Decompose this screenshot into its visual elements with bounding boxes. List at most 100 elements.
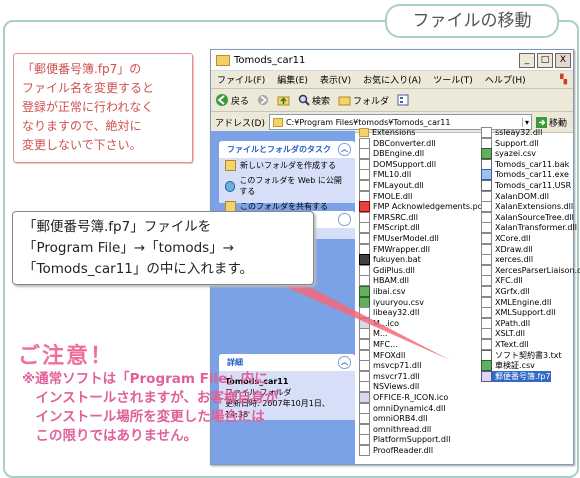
file-item[interactable]: ソフト契約書3.txt [481, 349, 562, 361]
file-item[interactable]: omnithread.dll [359, 423, 431, 435]
expand-chevron-icon[interactable]: ︿ [338, 213, 351, 226]
file-item[interactable]: OFFICE-R_ICON.ico [359, 392, 448, 403]
file-item[interactable]: NSViews.dll [359, 381, 419, 393]
caution-line: この限りではありません。 [22, 428, 198, 444]
file-item[interactable]: libeay32.dll [359, 307, 419, 319]
file-item[interactable]: FMOLE.dll [359, 190, 412, 202]
file-item[interactable]: Tomods_car11.USR [481, 180, 571, 191]
file-item[interactable]: FMUserModel.dll [359, 233, 439, 244]
file-item[interactable]: ProofReader.dll [359, 445, 433, 456]
dll-file-icon [359, 169, 370, 181]
dropdown-arrow-icon[interactable]: ▾ [521, 117, 531, 127]
dll-file-icon [359, 339, 370, 350]
menu-file[interactable]: ファイル(F) [211, 73, 271, 86]
file-item[interactable]: XText.dll [481, 339, 529, 350]
panel-header[interactable]: 詳細 ︿ [219, 354, 355, 371]
panel-title: ファイルとフォルダのタスク [227, 145, 331, 154]
file-name: XalanDOM.dll [495, 191, 550, 201]
file-item[interactable]: msvcr71.dll [359, 370, 420, 382]
back-button[interactable]: 戻る [211, 93, 253, 107]
menu-favorites[interactable]: お気に入り(A) [357, 73, 427, 86]
file-item[interactable]: Extensions [359, 127, 415, 138]
panel-header[interactable]: ファイルとフォルダのタスク ︿ [219, 141, 355, 158]
folders-button[interactable]: フォルダ [334, 94, 393, 107]
file-item[interactable]: XalanExtensions.dll [481, 201, 573, 213]
file-item[interactable]: Tomods_car11.exe [481, 169, 569, 181]
file-item[interactable]: XalanDOM.dll [481, 190, 550, 202]
collapse-chevron-icon[interactable]: ︿ [338, 356, 351, 369]
minimize-button[interactable]: _ [519, 52, 535, 68]
file-name: FMRSRC.dll [373, 212, 418, 222]
file-item[interactable]: xerces.dll [481, 254, 533, 266]
close-button[interactable]: X [555, 52, 571, 68]
file-item[interactable]: msvcp71.dll [359, 360, 421, 372]
file-item[interactable]: XFC.dll [481, 275, 523, 287]
file-item[interactable]: XercesParserLiaison.dll [481, 264, 580, 276]
file-name: Tomods_car11.USR [495, 181, 572, 190]
file-item[interactable]: iyuuryou.csv [359, 296, 424, 308]
file-item[interactable]: XalanTransformer.dll [481, 222, 577, 234]
search-button[interactable]: 検索 [294, 94, 334, 107]
file-item[interactable]: XMLSupport.dll [481, 307, 556, 319]
up-folder-icon [277, 96, 290, 106]
forward-button[interactable] [253, 94, 273, 106]
menu-view[interactable]: 表示(V) [314, 73, 357, 86]
file-item[interactable]: PlatformSupport.dll [359, 434, 450, 446]
file-item[interactable]: omniORB4.dll [359, 413, 427, 425]
file-item[interactable]: MFOXdll [359, 349, 405, 361]
file-item[interactable]: fukuyen.bat [359, 254, 421, 266]
file-name: XMLSupport.dll [495, 308, 556, 318]
file-item[interactable]: XPath.dll [481, 317, 530, 329]
file-item[interactable]: Tomods_car11.bak [481, 158, 569, 170]
file-item[interactable]: DOMSupport.dll [359, 158, 436, 170]
file-item[interactable]: XSLT.dll [481, 328, 525, 340]
file-item[interactable]: HBAM.dll [359, 275, 409, 287]
maximize-button[interactable]: □ [537, 52, 553, 68]
file-item[interactable]: GdiPlus.dll [359, 264, 415, 276]
csv-file-icon [481, 360, 492, 372]
file-name: XalanTransformer.dll [495, 223, 577, 233]
file-item[interactable]: FMRSRC.dll [359, 211, 418, 223]
task-publish-web[interactable]: このフォルダを Web に公開する [219, 173, 355, 199]
file-item[interactable]: DBConverter.dll [359, 137, 436, 149]
file-item[interactable]: FMLayout.dll [359, 180, 424, 191]
file-item[interactable]: M...ico [359, 317, 399, 329]
file-item[interactable]: XCore.dll [481, 233, 530, 244]
go-arrow-icon [535, 116, 547, 128]
up-folder-button[interactable] [273, 94, 294, 106]
file-item[interactable]: FMScript.dll [359, 222, 420, 234]
file-item[interactable]: FMWrapper.dll [359, 243, 430, 255]
folder-icon [272, 117, 283, 127]
menu-edit[interactable]: 編集(E) [271, 73, 314, 86]
file-item[interactable]: FML10.dll [359, 169, 412, 181]
file-name: FMScript.dll [373, 223, 420, 233]
file-item[interactable]: XGrfx.dll [481, 286, 530, 297]
search-icon [298, 94, 310, 106]
file-item[interactable]: 郵便番号簿.fp7 [481, 370, 551, 382]
file-item[interactable]: XalanSourceTree.dll [481, 211, 574, 223]
file-item[interactable]: M... [359, 328, 388, 340]
file-name: FMLayout.dll [373, 181, 424, 190]
file-name: Extensions [372, 128, 416, 137]
menu-help[interactable]: ヘルプ(H) [479, 73, 532, 86]
file-item[interactable]: iibai.csv [359, 286, 406, 297]
menu-tools[interactable]: ツール(T) [427, 73, 479, 86]
csv-file-icon [359, 286, 370, 297]
file-item[interactable]: 車検証.csv [481, 360, 535, 372]
dll-file-icon [481, 201, 492, 213]
txt-file-icon [481, 158, 492, 170]
file-item[interactable]: MFC... [359, 339, 398, 350]
file-name: FML10.dll [373, 170, 412, 180]
file-item[interactable]: syazei.csv [481, 148, 536, 160]
collapse-chevron-icon[interactable]: ︿ [338, 143, 351, 156]
file-item[interactable]: FMP Acknowledgements.pdf [359, 201, 486, 213]
task-new-folder[interactable]: 新しいフォルダを作成する [219, 158, 355, 173]
caution-line: インストールされますが、お客様自身が [22, 390, 278, 406]
file-item[interactable]: XDraw.dll [481, 243, 533, 255]
file-item[interactable]: ssleay32.dll [481, 127, 542, 138]
file-item[interactable]: Support.dll [481, 137, 539, 149]
file-item[interactable]: XMLEngine.dll [481, 296, 551, 308]
views-button[interactable] [393, 94, 415, 106]
file-item[interactable]: omniDynamic4.dll [359, 402, 445, 414]
file-item[interactable]: DBEngine.dll [359, 148, 424, 160]
